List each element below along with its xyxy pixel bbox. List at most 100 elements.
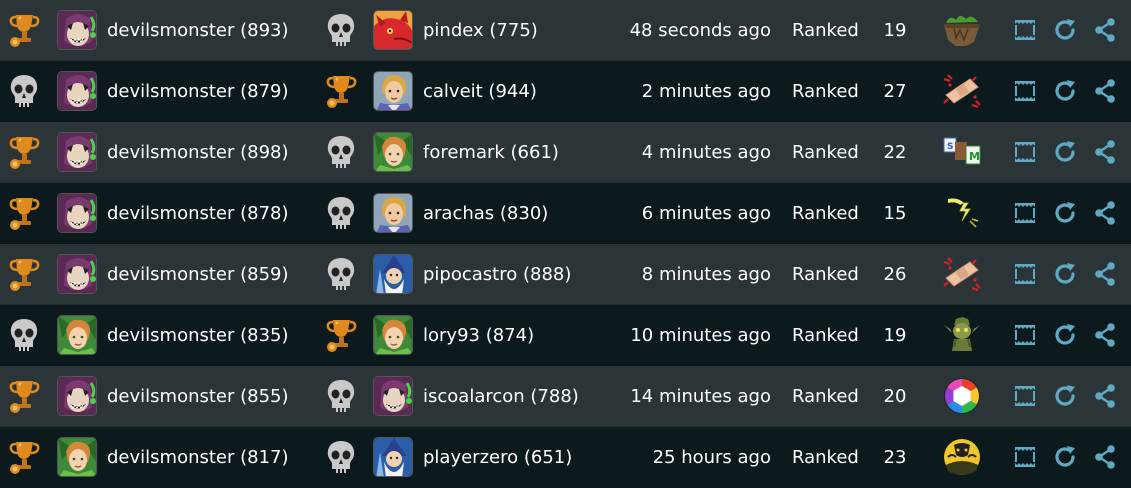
move-count: 23	[883, 446, 907, 468]
rematch-icon[interactable]	[1051, 366, 1079, 426]
share-icon[interactable]	[1091, 427, 1119, 487]
review-board-icon[interactable]	[1011, 427, 1039, 487]
player2-avatar[interactable]	[372, 427, 414, 487]
player2-avatar[interactable]	[372, 0, 414, 60]
rematch-icon[interactable]	[1051, 305, 1079, 365]
player2-avatar[interactable]	[372, 183, 414, 243]
avatar-demon	[57, 193, 97, 233]
share-icon[interactable]	[1091, 0, 1119, 60]
player2-name-link[interactable]: pipocastro (888)	[423, 244, 571, 304]
avatar-elf	[373, 315, 413, 355]
avatar-demon	[57, 376, 97, 416]
avatar-elf	[57, 315, 97, 355]
share-icon[interactable]	[1091, 61, 1119, 121]
avatar-demon	[373, 376, 413, 416]
player2-name-link[interactable]: iscoalarcon (788)	[423, 366, 579, 426]
player1-name-link[interactable]: devilsmonster (859)	[107, 244, 289, 304]
player2-avatar[interactable]	[372, 122, 414, 182]
player1-avatar[interactable]	[56, 427, 98, 487]
player1-avatar[interactable]	[56, 183, 98, 243]
game-time: 4 minutes ago	[641, 141, 771, 163]
review-board-icon[interactable]	[1011, 0, 1039, 60]
rematch-icon[interactable]	[1051, 0, 1079, 60]
avatar-demon	[57, 71, 97, 111]
player1-avatar[interactable]	[56, 61, 98, 121]
share-icon[interactable]	[1091, 244, 1119, 304]
rematch-icon[interactable]	[1051, 122, 1079, 182]
player1-avatar[interactable]	[56, 0, 98, 60]
avatar-demon	[57, 132, 97, 172]
bandage-game-icon	[940, 61, 984, 121]
game-time: 14 minutes ago	[630, 385, 771, 407]
game-mode: Ranked	[792, 19, 859, 41]
trophy-icon	[5, 366, 43, 426]
game-time: 25 hours ago	[652, 446, 771, 468]
game-row: devilsmonster (893) pindex (775) 48 seco…	[0, 0, 1131, 61]
game-row: devilsmonster (835) lory93 (874) 10 minu…	[0, 305, 1131, 366]
rematch-icon[interactable]	[1051, 244, 1079, 304]
player2-name-link[interactable]: arachas (830)	[423, 183, 548, 243]
skull-icon	[5, 305, 43, 365]
avatar-knight	[373, 71, 413, 111]
avatar-knight	[373, 193, 413, 233]
game-history-list: devilsmonster (893) pindex (775) 48 seco…	[0, 0, 1131, 488]
rematch-icon[interactable]	[1051, 61, 1079, 121]
player1-name-link[interactable]: devilsmonster (855)	[107, 366, 289, 426]
rematch-icon[interactable]	[1051, 183, 1079, 243]
review-board-icon[interactable]	[1011, 305, 1039, 365]
game-row: devilsmonster (855) iscoalarcon (788) 14…	[0, 366, 1131, 427]
player2-avatar[interactable]	[372, 244, 414, 304]
player1-name-link[interactable]: devilsmonster (879)	[107, 61, 289, 121]
move-count: 27	[883, 80, 907, 102]
move-count: 19	[883, 19, 907, 41]
trophy-icon	[5, 183, 43, 243]
player1-name-link[interactable]: devilsmonster (835)	[107, 305, 289, 365]
share-icon[interactable]	[1091, 366, 1119, 426]
goblin-game-icon	[940, 305, 984, 365]
rematch-icon[interactable]	[1051, 427, 1079, 487]
player1-name-link[interactable]: devilsmonster (817)	[107, 427, 289, 487]
player2-name-link[interactable]: lory93 (874)	[423, 305, 534, 365]
move-count: 20	[883, 385, 907, 407]
game-row: devilsmonster (859) pipocastro (888) 8 m…	[0, 244, 1131, 305]
player1-name-link[interactable]: devilsmonster (898)	[107, 122, 289, 182]
player2-name-link[interactable]: playerzero (651)	[423, 427, 572, 487]
skull-icon	[5, 61, 43, 121]
skull-icon	[322, 366, 360, 426]
game-mode: Ranked	[792, 324, 859, 346]
share-icon[interactable]	[1091, 305, 1119, 365]
move-count: 15	[883, 202, 907, 224]
game-row: devilsmonster (878) arachas (830) 6 minu…	[0, 183, 1131, 244]
player1-avatar[interactable]	[56, 122, 98, 182]
review-board-icon[interactable]	[1011, 244, 1039, 304]
trophy-icon	[322, 305, 360, 365]
player1-avatar[interactable]	[56, 305, 98, 365]
player1-avatar[interactable]	[56, 366, 98, 426]
review-board-icon[interactable]	[1011, 366, 1039, 426]
skull-icon	[322, 244, 360, 304]
game-mode: Ranked	[792, 446, 859, 468]
trophy-icon	[5, 0, 43, 60]
player2-name-link[interactable]: pindex (775)	[423, 0, 538, 60]
game-mode: Ranked	[792, 263, 859, 285]
player2-name-link[interactable]: foremark (661)	[423, 122, 559, 182]
game-row: devilsmonster (898) foremark (661) 4 min…	[0, 122, 1131, 183]
skull-icon	[322, 427, 360, 487]
avatar-wizard	[373, 437, 413, 477]
review-board-icon[interactable]	[1011, 122, 1039, 182]
review-board-icon[interactable]	[1011, 183, 1039, 243]
game-mode: Ranked	[792, 385, 859, 407]
share-icon[interactable]	[1091, 122, 1119, 182]
player2-name-link[interactable]: calveit (944)	[423, 61, 537, 121]
player1-avatar[interactable]	[56, 244, 98, 304]
player2-avatar[interactable]	[372, 61, 414, 121]
review-board-icon[interactable]	[1011, 61, 1039, 121]
share-icon[interactable]	[1091, 183, 1119, 243]
skull-icon	[322, 183, 360, 243]
player2-avatar[interactable]	[372, 305, 414, 365]
skull-icon	[322, 122, 360, 182]
avatar-elf	[57, 437, 97, 477]
player1-name-link[interactable]: devilsmonster (893)	[107, 0, 289, 60]
player2-avatar[interactable]	[372, 366, 414, 426]
player1-name-link[interactable]: devilsmonster (878)	[107, 183, 289, 243]
